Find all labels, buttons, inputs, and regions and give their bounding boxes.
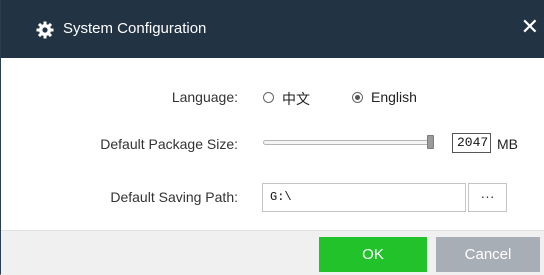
saving-path-label: Default Saving Path:	[110, 189, 238, 205]
package-size-slider-handle[interactable]	[427, 135, 434, 149]
dialog-title: System Configuration	[63, 20, 207, 37]
system-configuration-dialog: System Configuration ✕ Language: 中文 Engl…	[0, 0, 544, 275]
close-icon[interactable]: ✕	[521, 16, 539, 40]
radio-chinese[interactable]	[263, 92, 274, 103]
package-size-slider[interactable]	[263, 140, 431, 145]
ok-button[interactable]: OK	[319, 237, 427, 272]
radio-chinese-label[interactable]: 中文	[282, 89, 310, 109]
saving-path-input[interactable]: G:\	[262, 183, 466, 212]
cancel-button[interactable]: Cancel	[436, 237, 540, 272]
title-bar: System Configuration ✕	[1, 0, 544, 58]
package-size-label: Default Package Size:	[100, 136, 238, 152]
gear-icon	[36, 21, 54, 39]
package-size-input[interactable]: 2047	[452, 133, 491, 153]
language-label: Language:	[171, 89, 238, 105]
radio-english[interactable]	[352, 92, 363, 103]
browse-button[interactable]: ···	[468, 183, 507, 212]
radio-english-label[interactable]: English	[371, 89, 417, 105]
package-size-unit: MB	[497, 136, 518, 152]
